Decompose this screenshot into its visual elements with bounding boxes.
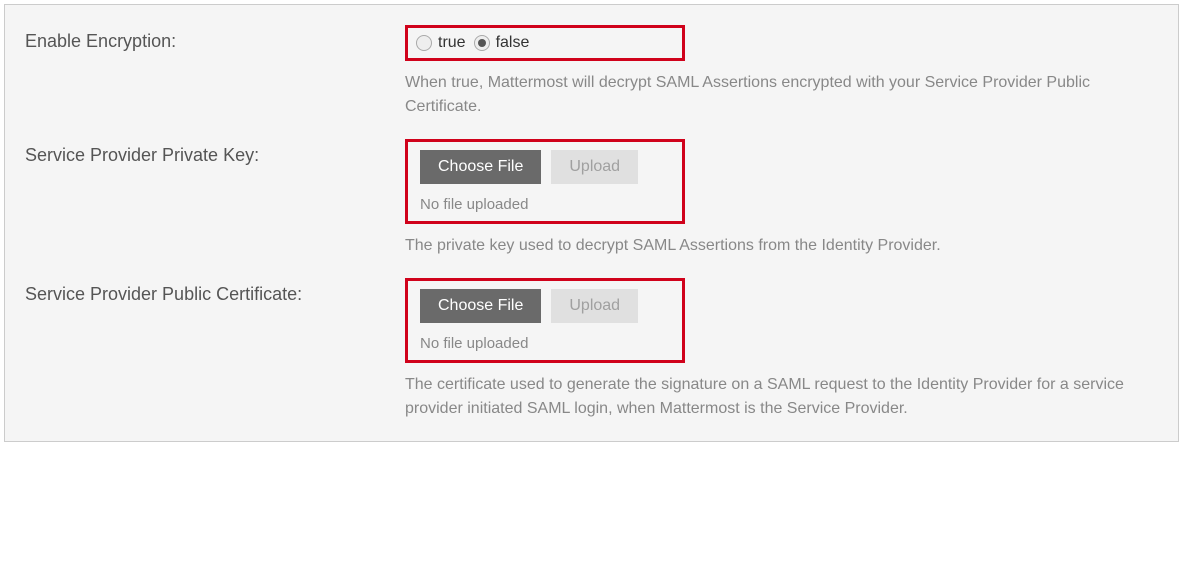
private-key-status: No file uploaded — [420, 196, 670, 213]
enable-encryption-help: When true, Mattermost will decrypt SAML … — [405, 71, 1125, 119]
public-cert-label: Service Provider Public Certificate: — [25, 278, 405, 305]
private-key-label: Service Provider Private Key: — [25, 139, 405, 166]
public-cert-status: No file uploaded — [420, 335, 670, 352]
private-key-choose-button[interactable]: Choose File — [420, 150, 541, 184]
enable-encryption-false[interactable]: false — [474, 34, 530, 52]
enable-encryption-row: Enable Encryption: true false When true,… — [5, 5, 1178, 119]
private-key-upload-button[interactable]: Upload — [551, 150, 638, 184]
enable-encryption-highlight: true false — [405, 25, 685, 61]
public-cert-row: Service Provider Public Certificate: Cho… — [5, 258, 1178, 441]
private-key-highlight: Choose File Upload No file uploaded — [405, 139, 685, 224]
radio-true-label: true — [438, 34, 466, 52]
public-cert-upload-controls: Choose File Upload — [420, 289, 670, 323]
public-cert-highlight: Choose File Upload No file uploaded — [405, 278, 685, 363]
radio-false-label: false — [496, 34, 530, 52]
public-cert-help: The certificate used to generate the sig… — [405, 373, 1125, 421]
radio-icon — [416, 35, 432, 51]
settings-panel: Enable Encryption: true false When true,… — [4, 4, 1179, 442]
public-cert-choose-button[interactable]: Choose File — [420, 289, 541, 323]
enable-encryption-radio-group: true false — [416, 34, 666, 52]
enable-encryption-true[interactable]: true — [416, 34, 466, 52]
public-cert-upload-button[interactable]: Upload — [551, 289, 638, 323]
private-key-upload-controls: Choose File Upload — [420, 150, 670, 184]
private-key-row: Service Provider Private Key: Choose Fil… — [5, 119, 1178, 258]
radio-icon — [474, 35, 490, 51]
private-key-help: The private key used to decrypt SAML Ass… — [405, 234, 1125, 258]
enable-encryption-label: Enable Encryption: — [25, 25, 405, 52]
